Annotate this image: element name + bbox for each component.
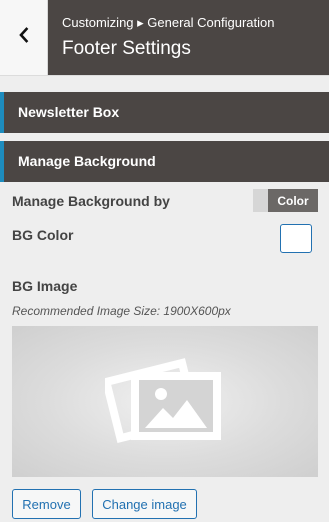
customizer-header: Customizing ▸ General Configuration Foot… — [0, 0, 329, 76]
section-label: Newsletter Box — [18, 104, 120, 120]
chevron-left-icon — [18, 27, 30, 48]
bg-image-preview[interactable] — [12, 326, 318, 477]
bg-image-label: BG Image — [12, 278, 78, 294]
background-type-toggle[interactable]: Color — [253, 189, 318, 212]
bg-color-swatch[interactable] — [280, 224, 312, 253]
back-button[interactable] — [0, 0, 48, 75]
breadcrumb: Customizing ▸ General Configuration — [62, 15, 275, 30]
section-label: Manage Background — [18, 153, 156, 169]
section-newsletter-box[interactable]: Newsletter Box — [0, 92, 329, 133]
manage-background-label: Manage Background by — [12, 193, 170, 209]
page-title: Footer Settings — [62, 38, 191, 59]
image-size-hint: Recommended Image Size: 1900X600px — [12, 304, 231, 318]
change-image-button[interactable]: Change image — [92, 489, 197, 519]
bg-color-label: BG Color — [12, 227, 74, 243]
header-title-box: Customizing ▸ General Configuration Foot… — [48, 0, 329, 75]
remove-button[interactable]: Remove — [12, 489, 81, 519]
toggle-value: Color — [268, 189, 318, 212]
section-manage-background[interactable]: Manage Background — [0, 141, 329, 182]
image-placeholder-icon — [105, 358, 221, 444]
